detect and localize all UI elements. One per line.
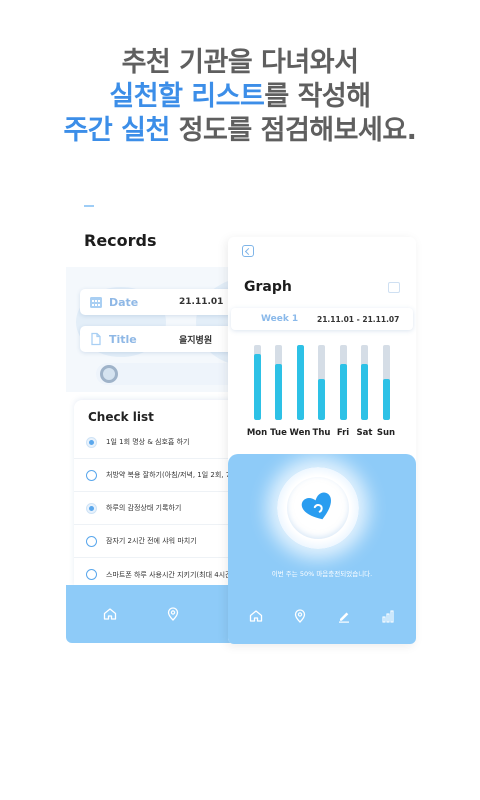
document-icon: [91, 332, 101, 346]
headline-line-2-rest: 를 작성해: [264, 81, 371, 112]
day-label-mon: Mon: [246, 428, 268, 438]
bar-track-fri: [339, 345, 347, 420]
headline-highlight-1: 실천할 리스트: [109, 81, 265, 112]
bar-thu: [318, 378, 325, 420]
charge-orb: [277, 467, 359, 549]
bar-track-wen: [296, 345, 304, 420]
date-value: 21.11.01: [179, 297, 224, 307]
status-mark: [84, 205, 94, 207]
location-icon[interactable]: [165, 606, 181, 622]
bar-sat: [361, 363, 368, 420]
bar-track-tue: [275, 345, 282, 420]
check-radio[interactable]: [86, 535, 97, 547]
headline-highlight-2: 주간 실천: [63, 115, 171, 146]
checklist-item-text: 처방약 복용 잘하기(아침/저녁, 1일 2회, 7일분): [106, 471, 246, 479]
graph-bottom-nav: [228, 587, 416, 644]
bar-mon: [253, 354, 261, 420]
checklist-item-text: 하루의 감정상태 기록하기: [106, 504, 182, 512]
week-label: Week 1: [261, 314, 299, 324]
check-radio[interactable]: [86, 469, 97, 481]
home-icon[interactable]: [102, 606, 118, 622]
day-label-fri: Fri: [336, 428, 350, 438]
checklist-item-text: 1일 1회 명상 & 심호흡 하기: [106, 438, 190, 446]
bar-tue: [275, 363, 282, 420]
title-label: Title: [109, 332, 137, 346]
weekly-bar-chart: Mon Tue Wen Thu Fri Sat Sun: [228, 337, 416, 447]
checklist-title: Check list: [88, 410, 154, 424]
heart-hand-icon: [301, 492, 331, 520]
title-value: 을지병원: [179, 335, 213, 346]
check-radio[interactable]: [86, 502, 97, 514]
day-label-sun: Sun: [376, 428, 396, 438]
calendar-icon: [90, 297, 102, 308]
charge-sphere: [287, 477, 349, 539]
records-title: Records: [84, 231, 157, 250]
bar-track-sat: [361, 345, 368, 420]
bar-track-sun: [382, 345, 390, 420]
illustration-car: [100, 365, 118, 383]
headline: 추천 기관을 다녀와서 실천할 리스트를 작성해 주간 실천 정도를 점검해보세…: [0, 46, 480, 148]
headline-line-2: 실천할 리스트를 작성해: [0, 80, 480, 114]
back-icon[interactable]: [242, 245, 254, 257]
check-radio[interactable]: [86, 436, 97, 448]
bar-wen: [296, 345, 304, 420]
bar-sun: [382, 378, 390, 420]
bar-track-mon: [253, 345, 261, 420]
bar-track-thu: [318, 345, 325, 420]
edit-icon[interactable]: [336, 608, 352, 624]
check-radio[interactable]: [86, 569, 97, 580]
calendar-icon[interactable]: [388, 282, 400, 293]
headline-line-1: 추천 기관을 다녀와서: [121, 47, 359, 78]
week-selector[interactable]: Week 1 21.11.01 - 21.11.07: [231, 308, 413, 330]
day-label-tue: Tue: [270, 428, 287, 438]
day-label-sat: Sat: [356, 428, 373, 438]
graph-screen: Graph Week 1 21.11.01 - 21.11.07 Mon Tue W…: [228, 237, 416, 644]
date-label: Date: [109, 295, 139, 309]
week-range: 21.11.01 - 21.11.07: [317, 314, 400, 324]
home-icon[interactable]: [248, 608, 264, 624]
day-label-thu: Thu: [312, 428, 331, 438]
bar-fri: [339, 363, 347, 420]
charge-message: 이번 주는 50% 마음충전되었습니다.: [271, 570, 373, 578]
day-label-wen: Wen: [289, 428, 311, 438]
chart-icon[interactable]: [380, 608, 396, 624]
headline-line-3-rest: 정도를 점검해보세요.: [169, 115, 417, 146]
checklist-item-text: 스마트폰 하루 사용시간 지키기(최대 4시간): [106, 570, 235, 579]
checklist-item-text: 잠자기 2시간 전에 샤워 마치기: [106, 537, 197, 545]
graph-title: Graph: [244, 279, 292, 295]
headline-line-3: 주간 실천 정도를 점검해보세요.: [0, 114, 480, 148]
location-icon[interactable]: [292, 608, 308, 624]
